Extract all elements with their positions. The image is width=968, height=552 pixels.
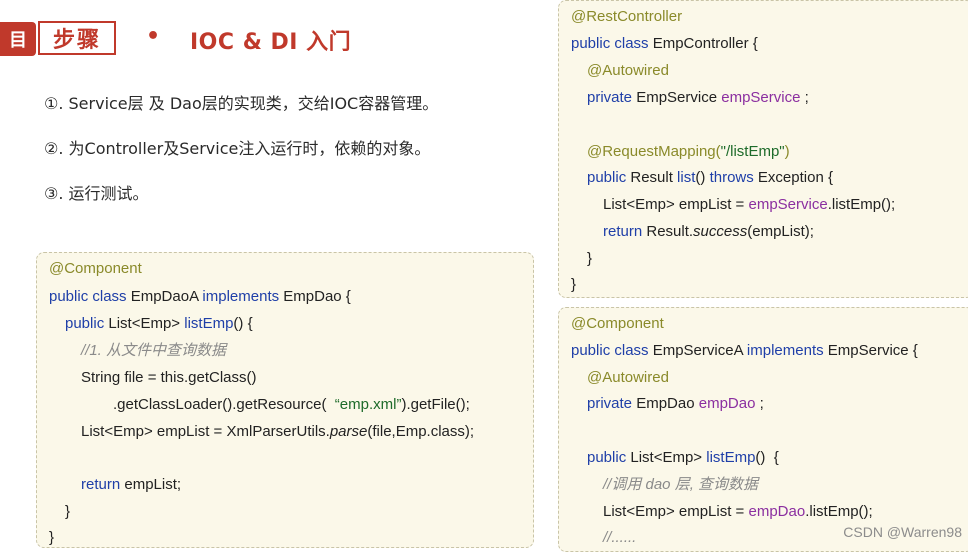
- code-token: .getClassLoader().getResource(: [113, 396, 335, 413]
- step-3: ③. 运行测试。: [44, 184, 149, 203]
- code-token: private: [587, 395, 637, 412]
- code-token: Result.: [646, 223, 694, 240]
- code-token: "/listEmp": [720, 143, 785, 160]
- code-token: listEmp: [184, 315, 234, 332]
- code-token: empService: [721, 89, 801, 106]
- service-code-box: @Component public class EmpServiceA impl…: [558, 307, 968, 552]
- code-token: EmpDaoA: [130, 288, 203, 305]
- code-line: @RequestMapping("/listEmp"): [587, 142, 790, 162]
- code-line: public List<Emp> listEmp() {: [587, 448, 779, 468]
- section-icon: 目: [0, 22, 36, 56]
- code-line: public Result list() throws Exception {: [587, 168, 833, 188]
- code-token: List<Emp> empList =: [603, 196, 749, 213]
- code-token: empService: [748, 196, 828, 213]
- code-line: @Autowired: [587, 369, 669, 386]
- page-title: IOC & DI 入门: [190, 30, 352, 55]
- code-token: public: [587, 449, 631, 466]
- code-line: public class EmpDaoA implements EmpDao {: [49, 287, 351, 307]
- code-line: List<Emp> empList = XmlParserUtils.parse…: [81, 422, 474, 442]
- code-line: private EmpService empService ;: [587, 88, 809, 108]
- code-line: String file = this.getClass(): [81, 369, 257, 386]
- code-token: List<Emp>: [108, 315, 185, 332]
- code-token: empDao: [698, 395, 756, 412]
- controller-code-box: @RestController public class EmpControll…: [558, 0, 968, 298]
- code-token: EmpService {: [827, 342, 918, 359]
- code-comment: //1. 从文件中查询数据: [81, 342, 227, 359]
- code-token: public class: [571, 35, 653, 52]
- code-line: .getClassLoader().getResource( “emp.xml”…: [113, 395, 470, 415]
- code-token: public class: [571, 342, 653, 359]
- code-line: @Component: [571, 315, 664, 332]
- code-token: EmpDao: [636, 395, 699, 412]
- code-token: listEmp: [706, 449, 756, 466]
- code-token: private: [587, 89, 637, 106]
- code-token: public: [587, 169, 631, 186]
- code-token: empDao: [748, 503, 806, 520]
- code-token: ;: [755, 395, 764, 412]
- code-token: empList;: [124, 476, 182, 493]
- code-token: EmpController {: [652, 35, 758, 52]
- code-line: List<Emp> empList = empDao.listEmp();: [603, 502, 873, 522]
- code-token: return: [81, 476, 125, 493]
- code-line: }: [65, 503, 71, 520]
- code-line: @Component: [49, 260, 142, 277]
- code-token: parse: [329, 423, 368, 440]
- step-1: ①. Service层 及 Dao层的实现类，交给IOC容器管理。: [44, 94, 439, 113]
- code-line: }: [571, 276, 577, 293]
- code-line: private EmpDao empDao ;: [587, 394, 764, 414]
- section-header: 目 步骤 • IOC & DI 入门: [0, 18, 540, 60]
- code-token: return: [603, 223, 647, 240]
- code-line: return Result.success(empList);: [603, 222, 814, 242]
- code-token: ).getFile();: [401, 396, 470, 413]
- code-token: ): [784, 143, 790, 160]
- code-line: List<Emp> empList = empService.listEmp()…: [603, 195, 895, 215]
- code-token: () {: [233, 315, 253, 332]
- code-token: (empList);: [747, 223, 814, 240]
- code-token: list: [677, 169, 696, 186]
- code-line: public class EmpController {: [571, 34, 758, 54]
- code-line: }: [49, 529, 55, 546]
- code-token: @RequestMapping(: [587, 143, 721, 160]
- watermark: CSDN @Warren98: [843, 524, 962, 540]
- code-line: @Autowired: [587, 62, 669, 79]
- code-token: List<Emp> empList =: [603, 503, 749, 520]
- code-token: success: [693, 223, 748, 240]
- code-token: EmpDao {: [283, 288, 351, 305]
- code-token: “emp.xml”: [334, 396, 402, 413]
- code-line: public class EmpServiceA implements EmpS…: [571, 341, 918, 361]
- code-token: throws: [709, 169, 758, 186]
- code-token: List<Emp> empList = XmlParserUtils.: [81, 423, 330, 440]
- code-line: }: [587, 250, 593, 267]
- code-token: EmpServiceA: [652, 342, 747, 359]
- code-token: EmpService: [636, 89, 722, 106]
- code-token: ;: [800, 89, 809, 106]
- code-token: .listEmp();: [827, 196, 896, 213]
- code-token: () {: [755, 449, 779, 466]
- code-token: implements: [202, 288, 284, 305]
- code-comment: //......: [603, 529, 637, 546]
- code-token: (file,Emp.class);: [367, 423, 475, 440]
- code-line: @RestController: [571, 8, 683, 25]
- code-line: public List<Emp> listEmp() {: [65, 314, 253, 334]
- code-token: Exception {: [757, 169, 833, 186]
- section-label: 步骤: [38, 21, 116, 55]
- code-token: public class: [49, 288, 131, 305]
- code-token: .listEmp();: [805, 503, 873, 520]
- dao-code-box: @Component public class EmpDaoA implemen…: [36, 252, 534, 548]
- code-token: (): [695, 169, 710, 186]
- code-line: return empList;: [81, 475, 181, 495]
- code-token: Result: [630, 169, 678, 186]
- step-2: ②. 为Controller及Service注入运行时，依赖的对象。: [44, 139, 431, 158]
- code-token: implements: [746, 342, 828, 359]
- code-token: public: [65, 315, 109, 332]
- bullet: •: [146, 24, 161, 49]
- code-comment: //调用 dao 层, 查询数据: [603, 476, 759, 493]
- code-token: List<Emp>: [630, 449, 707, 466]
